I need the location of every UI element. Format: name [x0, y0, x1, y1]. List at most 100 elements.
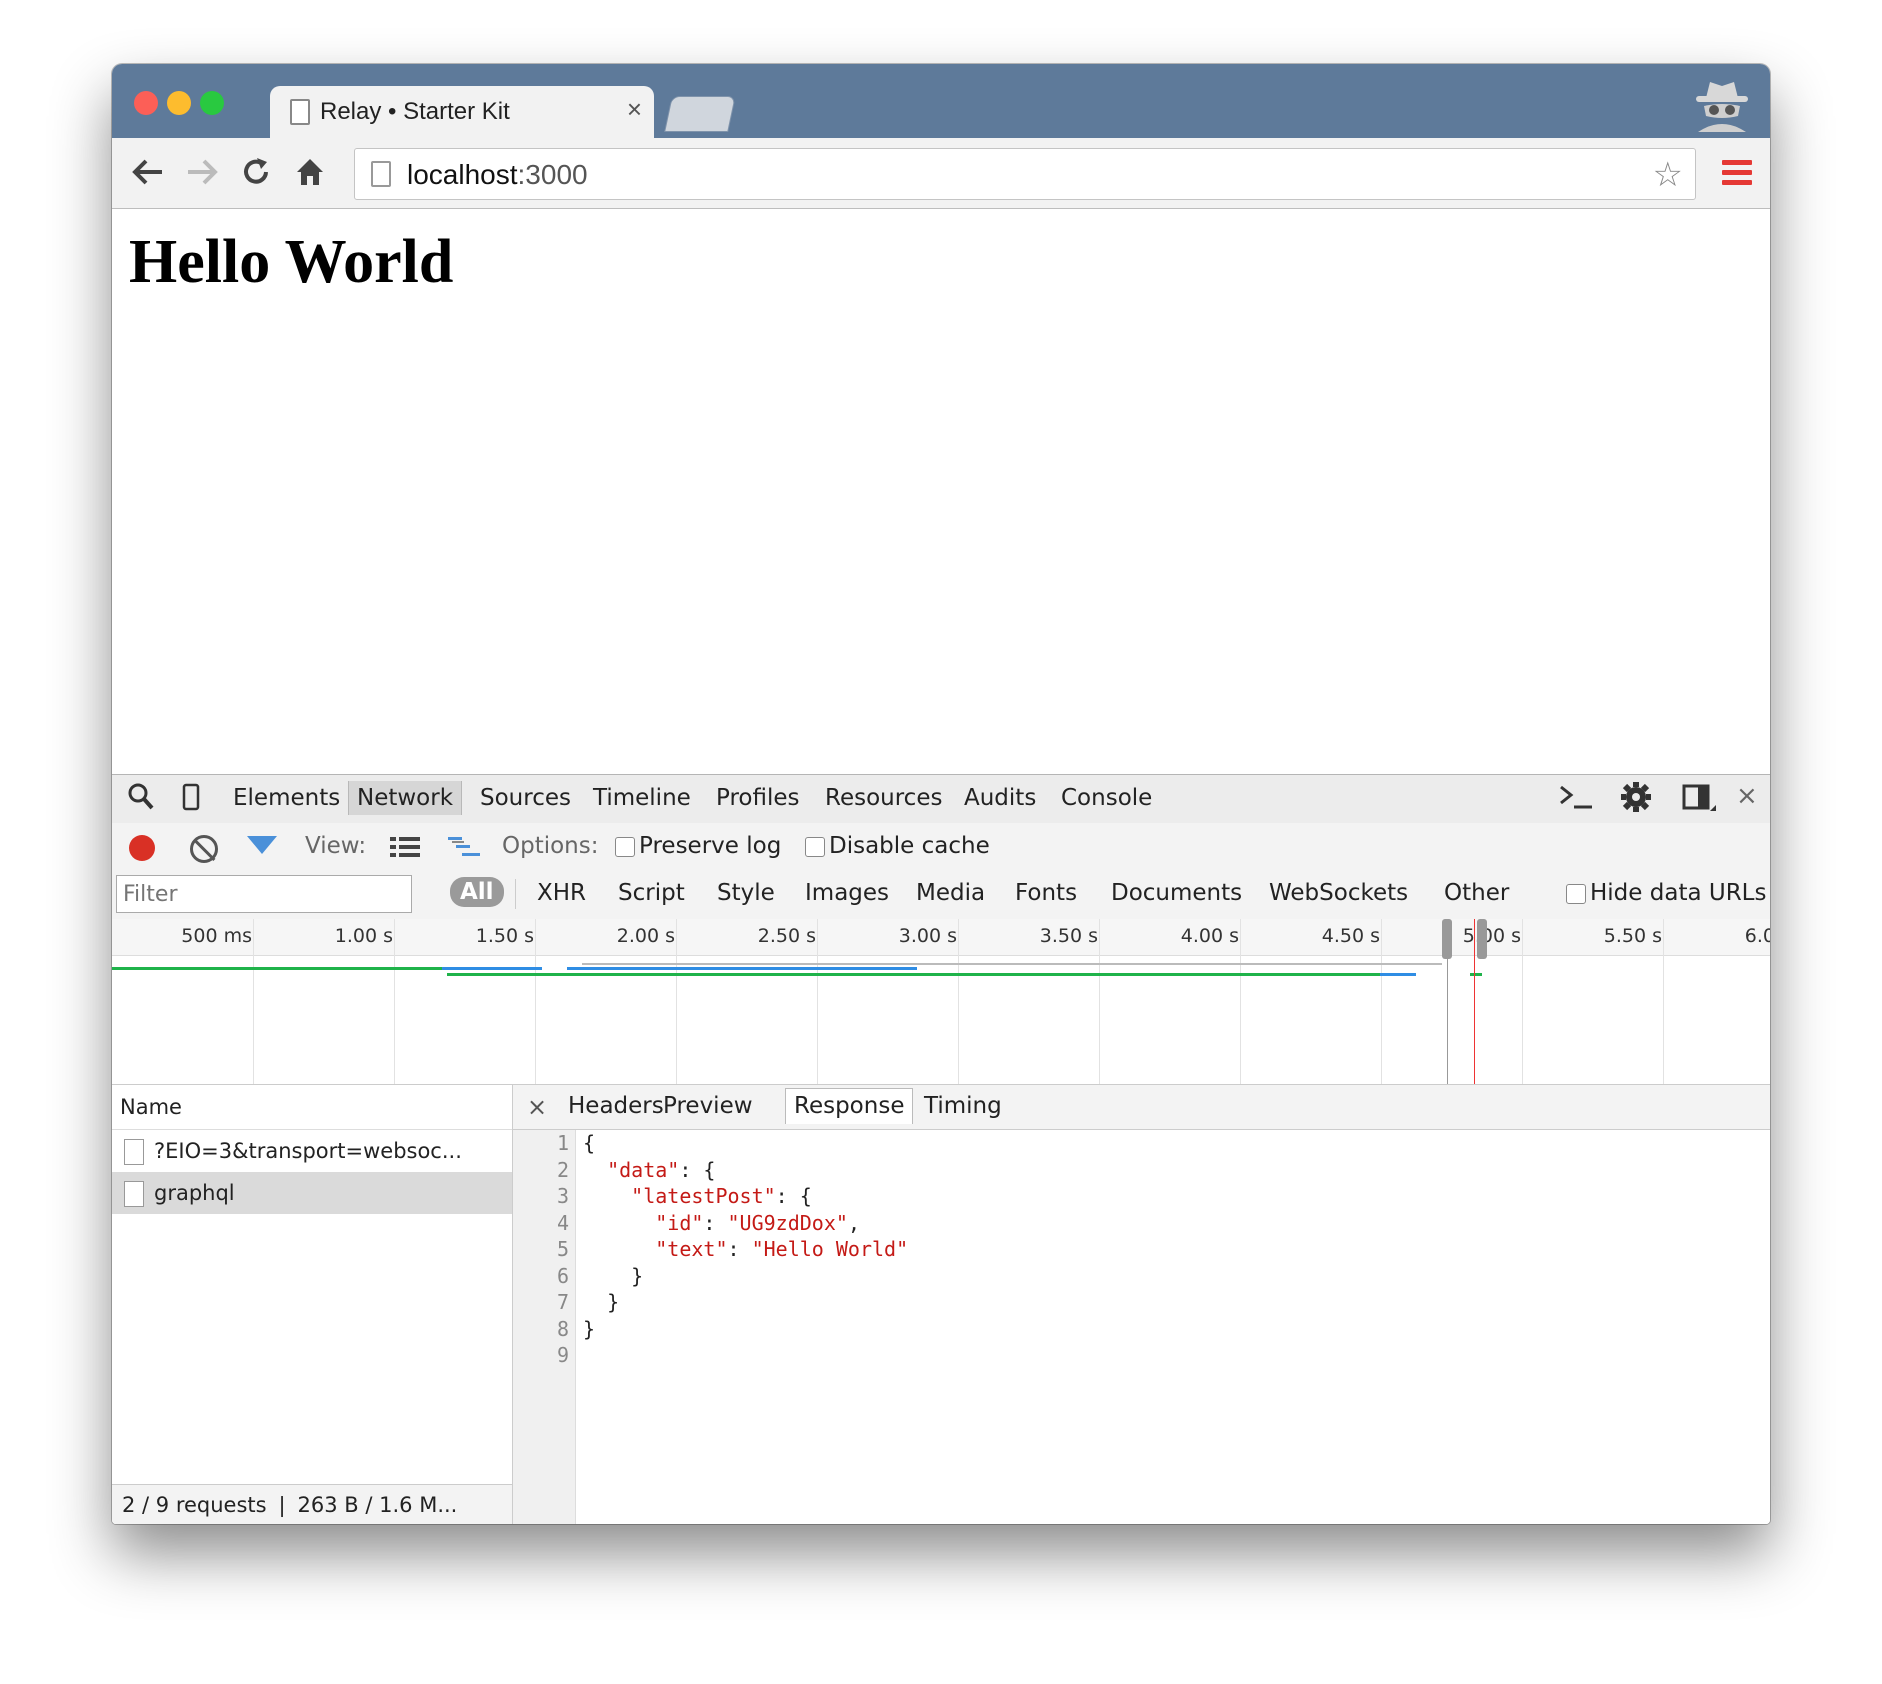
device-mode-icon[interactable] [182, 783, 200, 818]
tab-sources[interactable]: Sources [480, 785, 571, 811]
tick-label: 5.50 s [1603, 925, 1662, 947]
tab-profiles[interactable]: Profiles [716, 785, 800, 811]
tab-close-button[interactable]: × [627, 94, 642, 125]
code-line: "latestPost": { [631, 1184, 812, 1208]
filter-all[interactable]: All [450, 877, 504, 907]
tick-label: 4.00 s [1180, 925, 1239, 947]
back-icon[interactable] [128, 152, 168, 192]
line-number: 2 [556, 1157, 569, 1182]
tab-timeline[interactable]: Timeline [593, 785, 691, 811]
gridline [1447, 919, 1448, 1084]
filter-other[interactable]: Other [1444, 880, 1509, 906]
options-label: Options: [502, 833, 599, 859]
tab-resources[interactable]: Resources [825, 785, 942, 811]
line-number: 8 [556, 1316, 569, 1341]
request-row[interactable]: ?EIO=3&transport=websoc... [112, 1130, 512, 1172]
line-number: 4 [556, 1210, 569, 1235]
line-number: 7 [556, 1290, 569, 1314]
search-icon[interactable] [128, 783, 154, 818]
json-string: "data" [607, 1157, 680, 1182]
filter-icon[interactable] [247, 836, 277, 854]
tab-console[interactable]: Console [1061, 785, 1152, 811]
filter-xhr[interactable]: XHR [537, 880, 586, 906]
filter-fonts[interactable]: Fonts [1015, 880, 1077, 906]
url-text: localhost:3000 [407, 159, 588, 191]
settings-gear-icon[interactable] [1620, 781, 1652, 820]
filter-script[interactable]: Script [618, 880, 685, 906]
preserve-log-checkbox[interactable]: Preserve log [615, 833, 781, 859]
tick-label: 1.00 s [334, 925, 393, 947]
json-string: "UG9zdDox" [727, 1210, 848, 1235]
filter-input[interactable] [116, 875, 412, 913]
bookmark-star-icon[interactable]: ☆ [1653, 155, 1683, 195]
filter-media[interactable]: Media [916, 880, 985, 906]
tab-timing[interactable]: Timing [924, 1093, 1002, 1119]
record-button[interactable] [129, 835, 155, 861]
tab-elements[interactable]: Elements [233, 785, 340, 811]
tick-label: 2.50 s [757, 925, 816, 947]
code-line: "id": "UG9zdDox", [655, 1210, 860, 1235]
large-rows-icon[interactable] [390, 835, 420, 865]
line-number: 5 [556, 1237, 569, 1261]
tab-preview[interactable]: Preview [663, 1093, 753, 1119]
request-row[interactable]: graphql [112, 1172, 512, 1214]
home-icon[interactable] [290, 152, 330, 192]
request-detail: × Headers Preview Response Timing 1 2 3 … [513, 1085, 1770, 1524]
tab-title: Relay • Starter Kit [320, 98, 510, 125]
hide-data-urls-checkbox[interactable]: Hide data URLs [1566, 880, 1766, 906]
devtools-panel: Elements Network Sources Timeline Profil… [112, 774, 1770, 1524]
forward-icon[interactable] [182, 152, 222, 192]
detail-tabbar: × Headers Preview Response Timing [513, 1085, 1770, 1130]
checkbox-icon[interactable] [615, 836, 635, 857]
checkbox-icon[interactable] [805, 836, 825, 857]
overview-right-handle[interactable] [1477, 919, 1487, 959]
tick-label: 1.50 s [475, 925, 534, 947]
waterfall-bar [582, 963, 1442, 965]
browser-tab[interactable]: Relay • Starter Kit × [270, 86, 654, 138]
gridline [1381, 919, 1382, 1084]
status-summary: 2 / 9 requests ❘ 263 B / 1.6 M... [112, 1484, 512, 1524]
code-line: "data": { [607, 1157, 716, 1182]
zoom-window-button[interactable] [200, 91, 224, 115]
line-number: 6 [556, 1263, 569, 1288]
minimize-window-button[interactable] [167, 91, 191, 115]
menu-icon[interactable] [1722, 160, 1752, 190]
response-viewer[interactable]: 1 2 3 4 5 6 7 8 9 { "data": { "latestPos… [513, 1130, 1770, 1524]
waterfall-icon[interactable] [448, 835, 480, 865]
filter-images[interactable]: Images [805, 880, 889, 906]
console-drawer-icon[interactable] [1558, 781, 1594, 818]
code-line: "text": "Hello World" [655, 1237, 909, 1261]
timeline-overview[interactable]: 500 ms 1.00 s 1.50 s 2.00 s 2.50 s 3.00 … [112, 919, 1770, 1085]
filter-bar: All XHR Script Style Images Media Fonts … [112, 871, 1770, 919]
gridline [394, 919, 395, 1084]
disable-cache-checkbox[interactable]: Disable cache [805, 833, 990, 859]
address-bar[interactable]: localhost:3000 ☆ [354, 148, 1696, 200]
devtools-close-button[interactable]: × [1736, 781, 1758, 811]
new-tab-button[interactable] [664, 96, 736, 132]
line-gutter: 1 2 3 4 5 6 7 8 9 [513, 1130, 576, 1524]
dock-side-icon[interactable] [1682, 783, 1716, 820]
waterfall-bar [567, 967, 917, 970]
reload-icon[interactable] [236, 152, 276, 192]
filter-documents[interactable]: Documents [1111, 880, 1242, 906]
view-label: View: [305, 833, 367, 859]
tick-label: 2.00 s [616, 925, 675, 947]
tick-label: 3.00 s [898, 925, 957, 947]
detail-close-button[interactable]: × [527, 1093, 547, 1121]
name-column-header[interactable]: Name [112, 1085, 512, 1130]
close-window-button[interactable] [134, 91, 158, 115]
tick-label: 6.00 s [1744, 925, 1770, 947]
tab-response[interactable]: Response [785, 1088, 914, 1124]
gridline [958, 919, 959, 1084]
checkbox-icon[interactable] [1566, 883, 1586, 904]
tab-audits[interactable]: Audits [964, 785, 1036, 811]
filter-style[interactable]: Style [717, 880, 775, 906]
page-content: Hello World [112, 209, 1770, 774]
tab-headers[interactable]: Headers [568, 1093, 664, 1119]
clear-icon[interactable] [190, 835, 218, 863]
tab-network[interactable]: Network [348, 781, 463, 815]
code-line: } [583, 1290, 620, 1314]
waterfall-bar [1470, 973, 1482, 976]
tab-strip: Relay • Starter Kit × [112, 64, 1770, 138]
filter-websockets[interactable]: WebSockets [1269, 880, 1408, 906]
